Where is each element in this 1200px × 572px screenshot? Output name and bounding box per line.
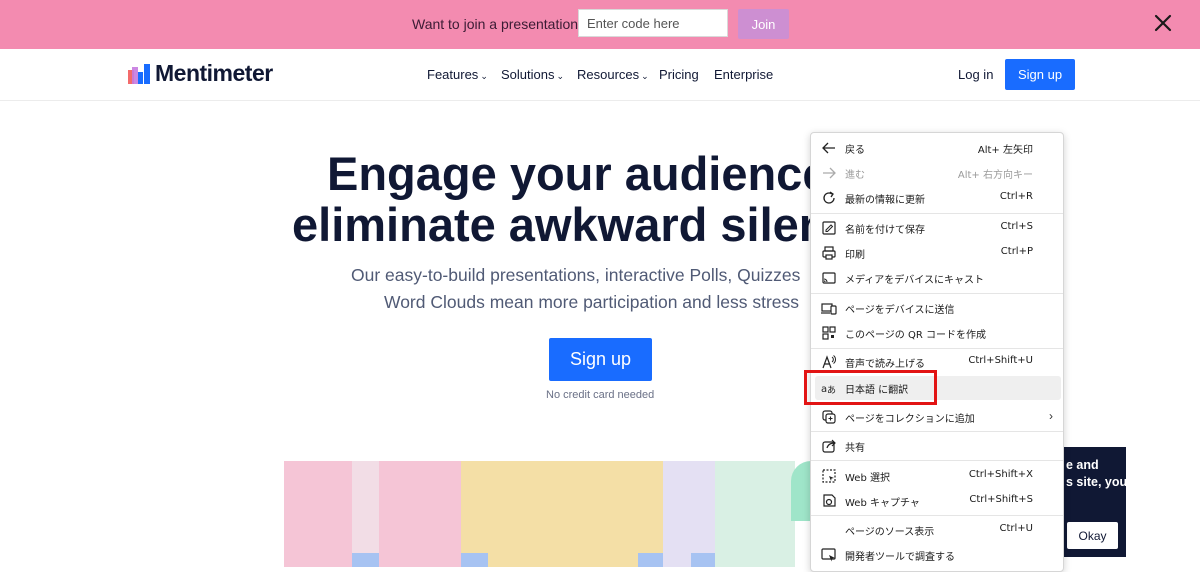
menu-item-shortcut: Ctrl+U [999, 523, 1034, 534]
print-icon [821, 245, 837, 261]
menu-item-shortcut: Ctrl+R [999, 191, 1033, 202]
menu-item-web-select[interactable]: Web 選択 Ctrl+Shift+X [811, 464, 1063, 488]
menu-item-label: 印刷 [845, 250, 865, 261]
menu-item-label: 開発者ツールで調査する [845, 552, 955, 563]
send-to-device-icon [821, 300, 837, 316]
menu-divider [811, 431, 1063, 432]
no-credit-card-note: No credit card needed [546, 389, 655, 401]
menu-item-shortcut: Ctrl+Shift+S [969, 494, 1033, 505]
mentimeter-logo-icon[interactable] [128, 64, 150, 84]
menu-item-label: Web キャプチャ [845, 498, 920, 509]
login-link[interactable]: Log in [958, 67, 993, 82]
menu-divider [811, 213, 1063, 214]
menu-divider [811, 515, 1063, 516]
join-button[interactable]: Join [738, 9, 789, 39]
chevron-down-icon: ⌄ [556, 71, 565, 81]
menu-item-back[interactable]: 戻る Alt+ 左矢印 [811, 136, 1063, 160]
hero-title-line1: Engage your audience [327, 147, 829, 200]
join-prompt: Want to join a presentation? [412, 16, 586, 32]
menu-item-label: 共有 [845, 443, 865, 454]
hero-subtitle-line2: Word Clouds mean more participation and … [384, 292, 800, 312]
join-banner: Want to join a presentation? Join [0, 0, 1200, 49]
hero-title-line2: eliminate awkward silen [292, 198, 828, 251]
menu-item-refresh[interactable]: 最新の情報に更新 Ctrl+R [811, 186, 1063, 210]
collections-icon [821, 409, 837, 425]
menu-item-cast[interactable]: メディアをデバイスにキャスト [811, 266, 1063, 290]
menu-item-shortcut: Ctrl+Shift+X [968, 469, 1033, 480]
menu-item-label: 名前を付けて保存 [845, 225, 925, 236]
nav-pricing[interactable]: Pricing [659, 67, 699, 82]
cast-icon [821, 270, 837, 286]
dev-tools-icon [821, 547, 837, 563]
cookie-text-line1: e and [1066, 458, 1099, 472]
menu-item-forward[interactable]: 進む Alt+ 右方向キー [811, 161, 1063, 185]
menu-divider [811, 293, 1063, 294]
menu-item-web-capture[interactable]: Web キャプチャ Ctrl+Shift+S [811, 489, 1063, 513]
menu-item-label: 最新の情報に更新 [845, 195, 925, 206]
menu-item-view-source[interactable]: ページのソース表示 Ctrl+U [811, 518, 1063, 542]
menu-item-label: 進む [845, 170, 865, 181]
nav-solutions[interactable]: Solutions ⌄ [501, 67, 564, 82]
cookie-notice: e and s site, you Okay [1062, 447, 1128, 557]
menu-item-shortcut: Alt+ 左矢印 [977, 145, 1033, 156]
hero-illustration [284, 461, 812, 567]
hero-signup-button[interactable]: Sign up [549, 338, 652, 381]
menu-item-save-as[interactable]: 名前を付けて保存 Ctrl+S [811, 216, 1063, 240]
menu-item-shortcut: Ctrl+S [1000, 221, 1033, 232]
menu-item-label: このページの QR コードを作成 [845, 330, 986, 341]
menu-item-qr-code[interactable]: このページの QR コードを作成 [811, 321, 1063, 345]
read-aloud-icon [821, 354, 837, 370]
hero-subtitle-line1: Our easy-to-build presentations, interac… [351, 265, 801, 285]
cookie-okay-button[interactable]: Okay [1067, 522, 1118, 549]
cookie-text-line2: s site, you [1066, 475, 1128, 489]
chevron-down-icon: ⌄ [641, 71, 649, 81]
highlight-box [804, 370, 937, 405]
forward-arrow-icon [821, 165, 837, 181]
back-arrow-icon [821, 140, 837, 156]
top-nav: Mentimeter Features ⌄ Solutions ⌄ Resource… [0, 49, 1200, 101]
qr-code-icon [821, 325, 837, 341]
refresh-icon [821, 190, 837, 206]
code-input[interactable] [578, 9, 728, 37]
menu-divider [811, 460, 1063, 461]
menu-item-inspect[interactable]: 開発者ツールで調査する [811, 543, 1063, 567]
menu-divider [811, 348, 1063, 349]
nav-resources[interactable]: Resources ⌄ [577, 67, 649, 82]
menu-item-shortcut: Ctrl+P [1000, 246, 1033, 257]
nav-enterprise[interactable]: Enterprise [714, 67, 773, 82]
share-icon [821, 438, 837, 454]
close-icon[interactable] [1152, 12, 1174, 34]
menu-item-label: メディアをデバイスにキャスト [845, 275, 984, 286]
menu-item-shortcut: Alt+ 右方向キー [957, 170, 1033, 181]
chevron-right-icon: › [1049, 409, 1053, 423]
menu-item-label: 音声で読み上げる [845, 359, 925, 370]
menu-item-label: 戻る [845, 145, 865, 156]
menu-item-label: ページのソース表示 [845, 527, 935, 538]
menu-item-share[interactable]: 共有 [811, 434, 1063, 458]
menu-item-label: ページをコレクションに追加 [845, 414, 975, 425]
menu-item-send-to-device[interactable]: ページをデバイスに送信 [811, 296, 1063, 320]
menu-item-shortcut: Ctrl+Shift+U [968, 355, 1033, 366]
save-as-icon [821, 220, 837, 236]
menu-item-add-to-collections[interactable]: ページをコレクションに追加 › [811, 405, 1063, 429]
chevron-down-icon: ⌄ [480, 71, 488, 81]
menu-item-print[interactable]: 印刷 Ctrl+P [811, 241, 1063, 265]
web-capture-icon [821, 493, 837, 509]
brand-name[interactable]: Mentimeter [155, 60, 273, 87]
web-select-icon [821, 468, 837, 484]
menu-item-label: Web 選択 [845, 473, 890, 484]
nav-signup-button[interactable]: Sign up [1005, 59, 1075, 90]
nav-features[interactable]: Features ⌄ [427, 67, 488, 82]
menu-item-label: ページをデバイスに送信 [845, 305, 955, 316]
context-menu: 戻る Alt+ 左矢印 進む Alt+ 右方向キー 最新の情報に更新 Ctrl+… [810, 132, 1064, 572]
